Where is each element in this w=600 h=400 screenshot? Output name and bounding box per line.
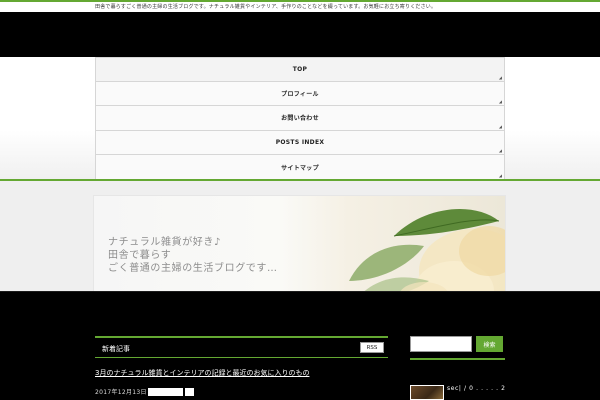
nav-item-top[interactable]: TOP ◢: [95, 57, 505, 82]
section-title: 新着記事: [102, 345, 130, 353]
corner-arrow-icon: ◢: [498, 99, 502, 105]
profile-thumbnail[interactable]: [410, 385, 444, 400]
nav-item-contact[interactable]: お問い合わせ ◢: [95, 106, 505, 131]
corner-arrow-icon: ◢: [498, 148, 502, 154]
global-nav: TOP ◢ プロフィール ◢ お問い合わせ ◢ POSTS INDEX ◢ サイ…: [95, 57, 505, 180]
site-description: 田舎で暮らすごく普通の主婦の生活ブログです。ナチュラル雑貨やインテリア、手作りの…: [95, 4, 437, 10]
header-banner-image[interactable]: ナチュラル雑貨が好き♪ 田舎で暮らす ごく普通の主婦の生活ブログです…: [93, 195, 506, 305]
nav-item-label: プロフィール: [281, 90, 319, 98]
corner-arrow-icon: ◢: [498, 123, 502, 129]
banner-line: ごく普通の主婦の生活ブログです…: [108, 263, 278, 274]
comment-count-badge[interactable]: [185, 388, 194, 396]
search-input[interactable]: [410, 336, 472, 352]
corner-arrow-icon: ◢: [498, 172, 502, 178]
nav-item-label: POSTS INDEX: [275, 139, 325, 147]
rss-button[interactable]: RSS: [360, 342, 384, 353]
banner-line: ナチュラル雑貨が好き♪: [108, 237, 221, 248]
corner-arrow-icon: ◢: [498, 74, 502, 80]
site-header: [0, 12, 600, 57]
post-title-link[interactable]: 3月のナチュラル雑貨とインテリアの記録と最近のお気に入りのもの: [95, 368, 309, 378]
nav-item-sitemap[interactable]: サイトマップ ◢: [95, 155, 505, 180]
sidebar-divider: [410, 358, 505, 360]
nav-item-profile[interactable]: プロフィール ◢: [95, 81, 505, 107]
nav-item-label: TOP: [292, 65, 308, 73]
top-bar: 田舎で暮らすごく普通の主婦の生活ブログです。ナチュラル雑貨やインテリア、手作りの…: [0, 0, 600, 12]
nav-item-label: お問い合わせ: [281, 115, 319, 123]
search-button[interactable]: 検索: [476, 336, 503, 352]
profile-caption: sec| / 0 . . . . . 2: [447, 385, 506, 392]
banner-tagline: ナチュラル雑貨が好き♪ 田舎で暮らす ごく普通の主婦の生活ブログです…: [108, 236, 278, 275]
banner-line: 田舎で暮らす: [108, 250, 172, 261]
section-header: 新着記事: [95, 336, 388, 358]
nav-item-label: サイトマップ: [281, 164, 319, 172]
nav-item-posts-index[interactable]: POSTS INDEX ◢: [95, 130, 505, 156]
category-tag[interactable]: [148, 388, 183, 396]
post-date: 2017年12月13日: [95, 389, 147, 396]
